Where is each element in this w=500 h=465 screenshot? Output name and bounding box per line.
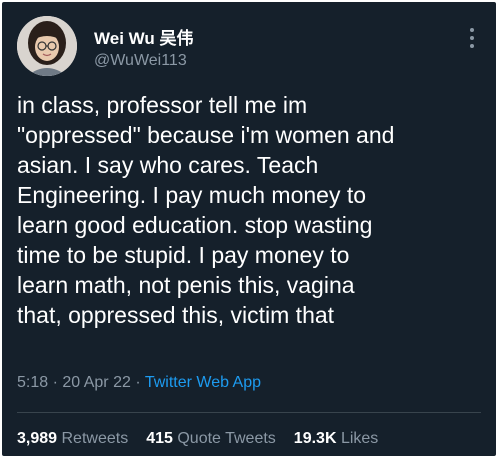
tweet-text: in class, professor tell me im "oppresse… [17, 92, 395, 328]
meta-separator: · [135, 374, 141, 391]
quote-tweets-label: Quote Tweets [177, 430, 276, 447]
tweet-time[interactable]: 5:18 [17, 374, 48, 391]
avatar[interactable] [17, 16, 77, 76]
tweet-source-link[interactable]: Twitter Web App [145, 374, 261, 391]
retweets-stat[interactable]: 3,989 Retweets [17, 430, 128, 447]
tweet-meta: 5:18 · 20 Apr 22 · Twitter Web App [17, 374, 261, 392]
user-handle[interactable]: @WuWei113 [94, 52, 187, 70]
divider [17, 412, 481, 413]
tweet-card: Wei Wu 吴伟 @WuWei113 in class, professor … [2, 2, 496, 456]
engagement-stats: 3,989 Retweets 415 Quote Tweets 19.3K Like… [17, 430, 396, 448]
likes-stat[interactable]: 19.3K Likes [294, 430, 379, 447]
retweets-label: Retweets [61, 430, 129, 447]
meta-separator: · [52, 374, 58, 391]
retweets-count: 3,989 [17, 430, 58, 447]
avatar-image [17, 16, 77, 76]
more-options-icon[interactable] [468, 28, 476, 54]
quote-tweets-stat[interactable]: 415 Quote Tweets [146, 430, 276, 447]
display-name[interactable]: Wei Wu 吴伟 [94, 24, 194, 49]
likes-count: 19.3K [293, 430, 337, 447]
likes-label: Likes [340, 430, 379, 447]
tweet-date[interactable]: 20 Apr 22 [62, 374, 131, 391]
quote-tweets-count: 415 [146, 430, 173, 447]
